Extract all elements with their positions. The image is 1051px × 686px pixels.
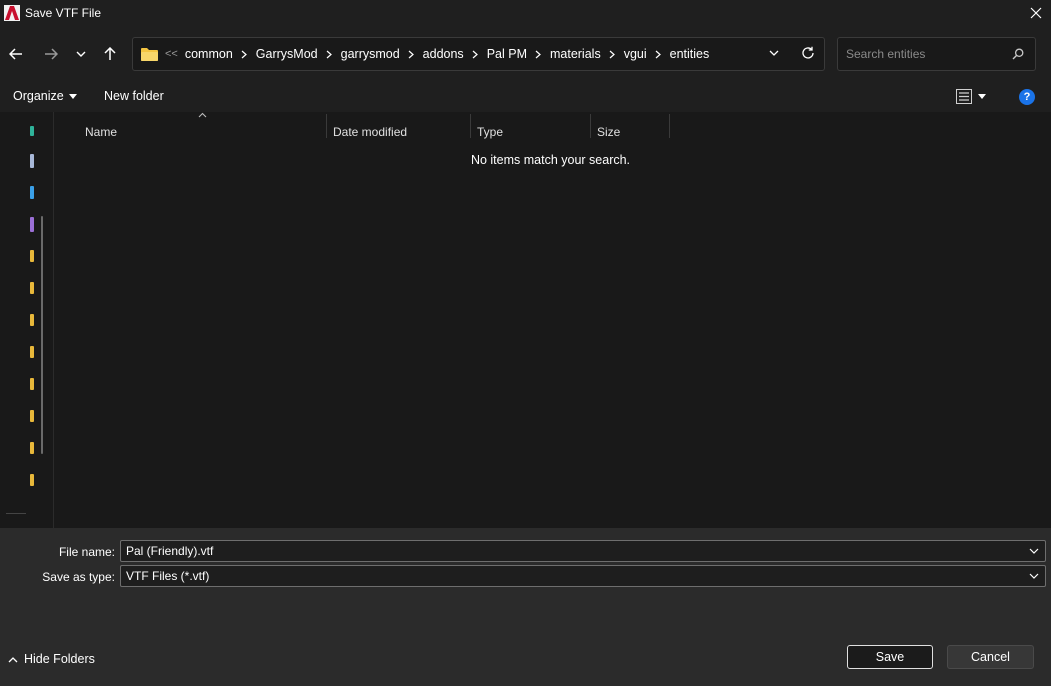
help-button[interactable]: ?	[1019, 89, 1035, 105]
nav-pane-folder[interactable]	[30, 346, 34, 358]
nav-pane-item-gallery[interactable]	[30, 154, 34, 168]
nav-pane-folder[interactable]	[30, 410, 34, 422]
back-button[interactable]	[4, 42, 28, 66]
breadcrumb-overflow[interactable]: <<	[165, 48, 178, 60]
new-folder-label: New folder	[104, 89, 164, 103]
address-dropdown-button[interactable]	[768, 47, 780, 62]
cancel-button[interactable]: Cancel	[947, 645, 1034, 669]
save-options-panel: File name: Pal (Friendly).vtf Save as ty…	[0, 528, 1051, 686]
chevron-up-icon	[8, 656, 18, 662]
column-separator[interactable]	[669, 114, 670, 138]
nav-pane-item-home[interactable]	[30, 126, 34, 136]
nav-pane-folder[interactable]	[30, 314, 34, 326]
breadcrumb: << common GarrysMod garrysmod addons Pal…	[162, 47, 709, 61]
column-header-size[interactable]: Size	[597, 125, 620, 139]
up-button[interactable]	[98, 42, 122, 66]
nav-pane-folder[interactable]	[30, 442, 34, 454]
organize-label: Organize	[13, 89, 64, 103]
save-as-type-label: Save as type:	[42, 570, 115, 584]
breadcrumb-item-vgui[interactable]: vgui	[624, 47, 647, 61]
column-separator[interactable]	[470, 114, 471, 138]
breadcrumb-item-pal-pm[interactable]: Pal PM	[487, 47, 527, 61]
organize-button[interactable]: Organize	[13, 89, 77, 103]
caret-down-icon	[978, 94, 986, 99]
arrow-right-icon	[45, 48, 58, 60]
file-list[interactable]: Name Date modified Type Size No items ma…	[54, 112, 1051, 528]
details-view-icon	[956, 89, 972, 104]
save-button[interactable]: Save	[847, 645, 933, 669]
command-bar: Organize New folder ?	[0, 82, 1051, 112]
file-name-label: File name:	[58, 545, 115, 559]
folder-icon	[141, 48, 158, 61]
change-view-button[interactable]	[956, 89, 986, 104]
nav-pane-scrollbar[interactable]	[41, 216, 43, 454]
column-separator[interactable]	[326, 114, 327, 138]
breadcrumb-item-garrysmod-root[interactable]: GarrysMod	[256, 47, 318, 61]
chevron-right-icon[interactable]	[403, 50, 420, 59]
chevron-right-icon[interactable]	[604, 50, 621, 59]
new-folder-button[interactable]: New folder	[104, 89, 164, 103]
refresh-icon	[802, 46, 814, 59]
chevron-down-icon[interactable]	[1029, 573, 1039, 580]
title-bar: Save VTF File	[0, 0, 1051, 26]
refresh-button[interactable]	[801, 46, 815, 63]
close-icon	[1030, 7, 1042, 19]
breadcrumb-item-garrysmod[interactable]: garrysmod	[341, 47, 400, 61]
sort-ascending-icon	[198, 112, 207, 118]
search-input[interactable]	[846, 46, 1006, 62]
arrow-up-icon	[104, 47, 116, 60]
column-header-name[interactable]: Name	[85, 125, 117, 139]
window-title: Save VTF File	[25, 6, 102, 20]
search-box[interactable]	[837, 37, 1036, 71]
column-separator[interactable]	[590, 114, 591, 138]
column-header-date-modified[interactable]: Date modified	[333, 125, 407, 139]
empty-folder-message: No items match your search.	[470, 153, 631, 167]
nav-pane-folder[interactable]	[30, 250, 34, 262]
chevron-right-icon[interactable]	[530, 50, 547, 59]
nav-pane-item-network[interactable]	[30, 217, 34, 232]
chevron-right-icon[interactable]	[236, 50, 253, 59]
hide-folders-button[interactable]: Hide Folders	[8, 652, 95, 666]
chevron-down-icon	[769, 50, 779, 56]
search-icon[interactable]	[1012, 48, 1024, 60]
forward-button[interactable]	[39, 42, 63, 66]
column-header-type[interactable]: Type	[477, 125, 503, 139]
hide-folders-label: Hide Folders	[24, 652, 95, 666]
nav-pane-separator	[6, 513, 26, 514]
file-name-field[interactable]: Pal (Friendly).vtf	[120, 540, 1046, 562]
caret-down-icon	[68, 93, 77, 99]
chevron-down-icon[interactable]	[1029, 548, 1039, 555]
chevron-down-icon	[76, 51, 86, 57]
navigation-bar: << common GarrysMod garrysmod addons Pal…	[0, 26, 1051, 82]
breadcrumb-item-addons[interactable]: addons	[423, 47, 464, 61]
address-bar[interactable]: << common GarrysMod garrysmod addons Pal…	[132, 37, 825, 71]
file-name-value: Pal (Friendly).vtf	[126, 544, 214, 558]
close-button[interactable]	[1021, 0, 1051, 26]
chevron-right-icon[interactable]	[467, 50, 484, 59]
app-icon	[4, 5, 20, 21]
nav-pane-folder[interactable]	[30, 282, 34, 294]
chevron-right-icon[interactable]	[321, 50, 338, 59]
save-as-type-select[interactable]: VTF Files (*.vtf)	[120, 565, 1046, 587]
arrow-left-icon	[9, 48, 22, 60]
nav-pane-folder[interactable]	[30, 378, 34, 390]
navigation-pane	[0, 112, 53, 528]
breadcrumb-item-entities[interactable]: entities	[670, 47, 710, 61]
chevron-right-icon[interactable]	[650, 50, 667, 59]
breadcrumb-item-materials[interactable]: materials	[550, 47, 601, 61]
nav-pane-folder[interactable]	[30, 474, 34, 486]
recent-locations-button[interactable]	[69, 42, 93, 66]
nav-pane-item-onedrive[interactable]	[30, 186, 34, 199]
breadcrumb-item-common[interactable]: common	[185, 47, 233, 61]
save-as-type-value: VTF Files (*.vtf)	[126, 569, 210, 583]
